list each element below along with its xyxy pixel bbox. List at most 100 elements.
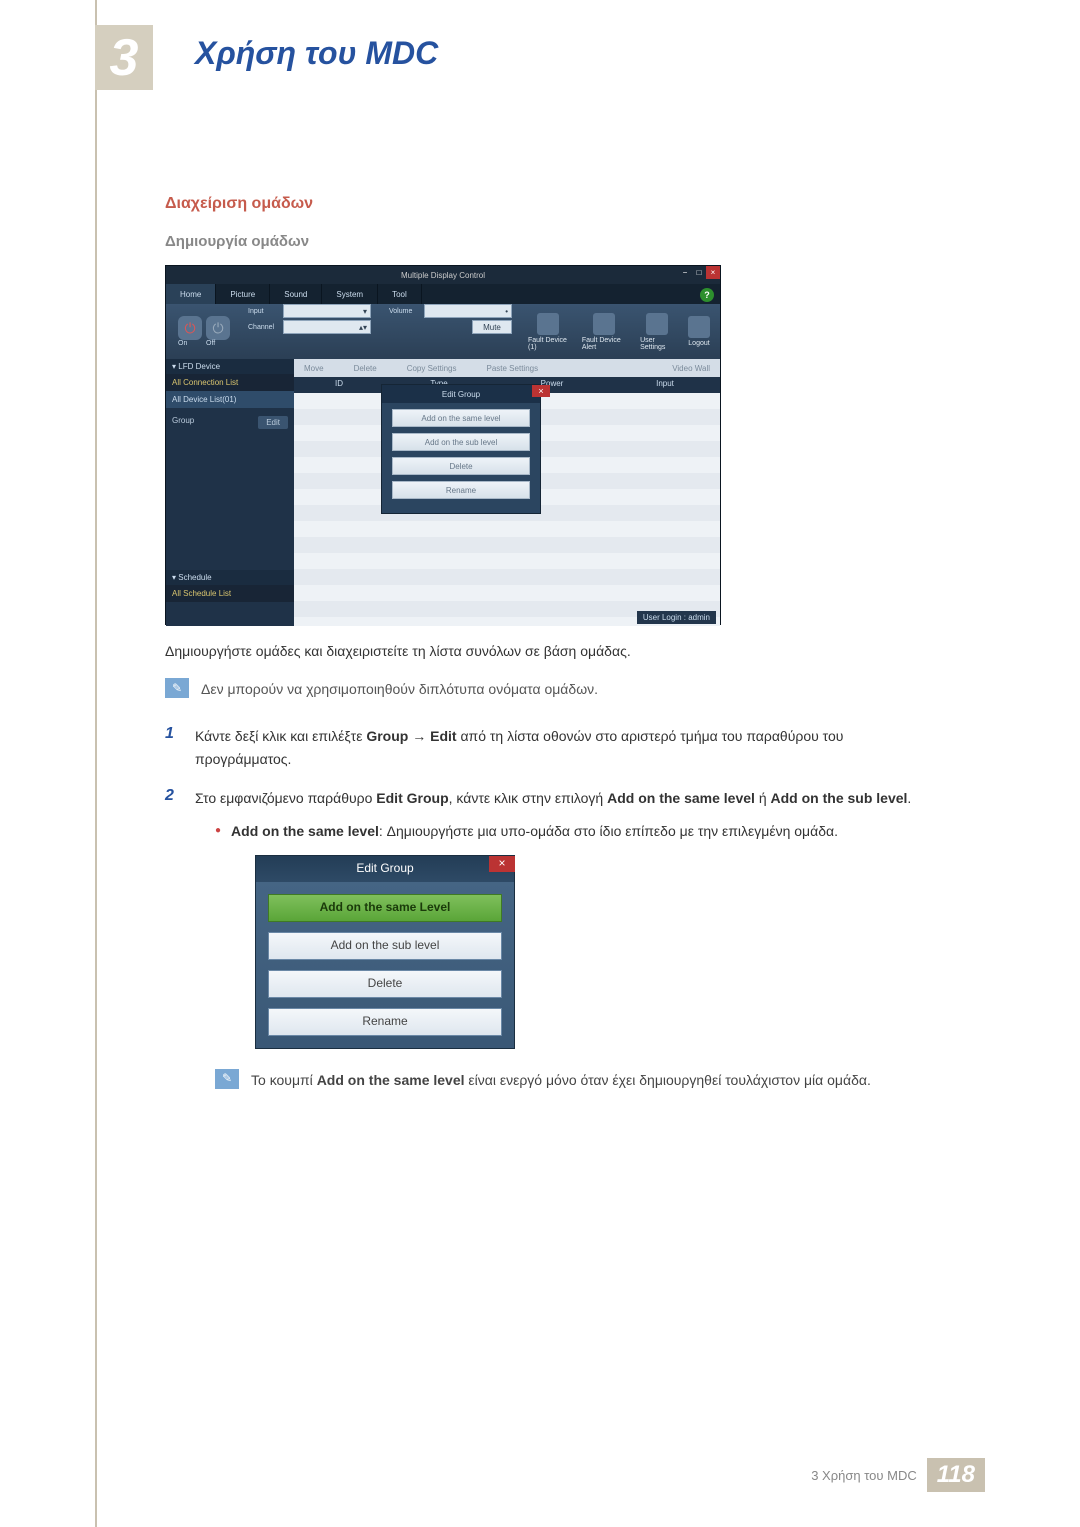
bullet-b: : Δημιουργήστε μια υπο-ομάδα στο ίδιο επ… xyxy=(379,823,838,839)
tab-tool[interactable]: Tool xyxy=(378,284,422,304)
bullet-dot-icon: ● xyxy=(215,820,221,843)
main-toolbar: Move Delete Copy Settings Paste Settings… xyxy=(294,359,720,377)
volume-label: Volume xyxy=(389,308,421,315)
page-footer: 3 Χρήση του MDC 118 xyxy=(811,1458,985,1492)
col-id[interactable]: ID xyxy=(294,377,384,393)
s1d: Edit xyxy=(430,728,456,744)
btn-large-rename[interactable]: Rename xyxy=(268,1008,502,1036)
step-2-number: 2 xyxy=(165,787,183,1092)
power-on-button[interactable]: ⏻ xyxy=(178,316,202,340)
door-icon xyxy=(688,316,710,338)
s1c: → xyxy=(408,728,430,744)
chapter-number-badge: 3 xyxy=(95,25,153,90)
close-button[interactable]: × xyxy=(706,266,720,279)
sidebar-group-label: Group xyxy=(172,416,194,429)
volume-slider[interactable]: • xyxy=(424,304,512,318)
tab-bar: Home Picture Sound System Tool xyxy=(166,284,720,304)
toolbar-videowall[interactable]: Video Wall xyxy=(672,364,710,373)
btn-add-same-level[interactable]: Add on the same level xyxy=(392,409,530,427)
tab-sound[interactable]: Sound xyxy=(270,284,322,304)
logout-icon[interactable]: Logout xyxy=(684,316,714,347)
power-off-label: Off xyxy=(206,340,230,347)
btn-large-add-sub-level[interactable]: Add on the sub level xyxy=(268,932,502,960)
note-icon: ✎ xyxy=(165,678,189,698)
user-settings-label: User Settings xyxy=(640,337,674,351)
tab-home[interactable]: Home xyxy=(166,284,216,304)
note-icon: ✎ xyxy=(215,1069,239,1089)
btn-large-delete[interactable]: Delete xyxy=(268,970,502,998)
btn-large-add-same-level[interactable]: Add on the same Level xyxy=(268,894,502,922)
sidebar-edit-button[interactable]: Edit xyxy=(258,416,288,429)
minimize-button[interactable]: − xyxy=(678,266,692,279)
note-1: ✎ Δεν μπορούν να χρησιμοποιηθούν διπλότυ… xyxy=(165,678,915,700)
fault-alert-icon[interactable]: Fault Device Alert xyxy=(578,313,630,351)
toolbar-delete[interactable]: Delete xyxy=(354,364,377,373)
edit-group-popup-small: Edit Group × Add on the same level Add o… xyxy=(381,384,541,514)
content-area: Διαχείριση ομάδων Δημιουργία ομάδων Mult… xyxy=(165,195,915,1108)
input-label: Input xyxy=(248,308,280,315)
user-settings-icon[interactable]: User Settings xyxy=(636,313,678,351)
s1b: Group xyxy=(366,728,408,744)
step-1: 1 Κάντε δεξί κλικ και επιλέξτε Group → E… xyxy=(165,725,915,771)
n2a: Το κουμπί xyxy=(251,1072,317,1088)
s2f: Add on the sub level xyxy=(771,790,908,806)
maximize-button[interactable]: □ xyxy=(692,266,706,279)
section-title: Διαχείριση ομάδων xyxy=(165,195,915,213)
s2a: Στο εμφανιζόμενο παράθυρο xyxy=(195,790,376,806)
step-1-body: Κάντε δεξί κλικ και επιλέξτε Group → Edi… xyxy=(195,725,915,771)
sidebar: LFD Device All Connection List All Devic… xyxy=(166,359,294,626)
edit-group-popup-large: Edit Group × Add on the same Level Add o… xyxy=(255,855,515,1049)
monitor-warning-icon xyxy=(537,313,559,335)
note-2: ✎ Το κουμπί Add on the same level είναι … xyxy=(215,1069,915,1091)
btn-add-sub-level[interactable]: Add on the sub level xyxy=(392,433,530,451)
user-login-status: User Login : admin xyxy=(637,611,716,624)
input-dropdown[interactable]: ▾ xyxy=(283,304,371,318)
btn-delete[interactable]: Delete xyxy=(392,457,530,475)
fault-device-icon[interactable]: Fault Device (1) xyxy=(524,313,572,351)
window-buttons: − □ × xyxy=(678,266,720,279)
fault-alert-label: Fault Device Alert xyxy=(582,337,626,351)
col-input[interactable]: Input xyxy=(610,377,720,393)
power-on-label: On xyxy=(178,340,202,347)
sidebar-all-schedule[interactable]: All Schedule List xyxy=(166,585,294,602)
popup-large-close-button[interactable]: × xyxy=(489,856,515,872)
s2c: , κάντε κλικ στην επιλογή xyxy=(449,790,607,806)
sidebar-group-row: Group Edit xyxy=(166,408,294,437)
note-1-text: Δεν μπορούν να χρησιμοποιηθούν διπλότυπα… xyxy=(201,678,598,700)
intro-text: Δημιουργήστε ομάδες και διαχειριστείτε τ… xyxy=(165,640,915,662)
window-title: Multiple Display Control xyxy=(401,271,485,280)
user-icon xyxy=(646,313,668,335)
power-off-button[interactable]: ⏻ xyxy=(206,316,230,340)
note-2-text: Το κουμπί Add on the same level είναι εν… xyxy=(251,1069,871,1091)
s2d: Add on the same level xyxy=(607,790,755,806)
channel-dropdown[interactable]: ▴▾ xyxy=(283,320,371,334)
sidebar-all-device[interactable]: All Device List(01) xyxy=(166,391,294,408)
sidebar-all-connection[interactable]: All Connection List xyxy=(166,374,294,391)
tab-system[interactable]: System xyxy=(322,284,378,304)
channel-label: Channel xyxy=(248,324,280,331)
step-2-body: Στο εμφανιζόμενο παράθυρο Edit Group, κά… xyxy=(195,787,915,1092)
ribbon: ⏻ On ⏻ Off Input ▾ Channel ▴▾ xyxy=(166,304,720,359)
fault-device-label: Fault Device (1) xyxy=(528,337,568,351)
popup-large-title: Edit Group × xyxy=(256,856,514,882)
toolbar-paste[interactable]: Paste Settings xyxy=(487,364,539,373)
n2c: είναι ενεργό μόνο όταν έχει δημιουργηθεί… xyxy=(465,1072,871,1088)
chapter-title: Χρήση του MDC xyxy=(195,35,438,72)
bullet-a: Add on the same level xyxy=(231,823,379,839)
toolbar-copy[interactable]: Copy Settings xyxy=(407,364,457,373)
help-icon[interactable]: ? xyxy=(700,288,714,302)
toolbar-move[interactable]: Move xyxy=(304,364,324,373)
s2e: ή xyxy=(755,790,771,806)
popup-title: Edit Group × xyxy=(382,385,540,403)
mdc-app-window: Multiple Display Control − □ × ? Home Pi… xyxy=(165,265,721,625)
window-titlebar: Multiple Display Control − □ × xyxy=(166,266,720,284)
step-1-number: 1 xyxy=(165,725,183,771)
popup-close-button[interactable]: × xyxy=(532,385,550,397)
mute-button[interactable]: Mute xyxy=(472,320,512,334)
bullet-1-text: Add on the same level: Δημιουργήστε μια … xyxy=(231,820,838,843)
btn-rename[interactable]: Rename xyxy=(392,481,530,499)
footer-page-number: 118 xyxy=(927,1458,985,1492)
sidebar-schedule-header[interactable]: Schedule xyxy=(166,570,294,585)
tab-picture[interactable]: Picture xyxy=(216,284,270,304)
sidebar-lfd-header[interactable]: LFD Device xyxy=(166,359,294,374)
